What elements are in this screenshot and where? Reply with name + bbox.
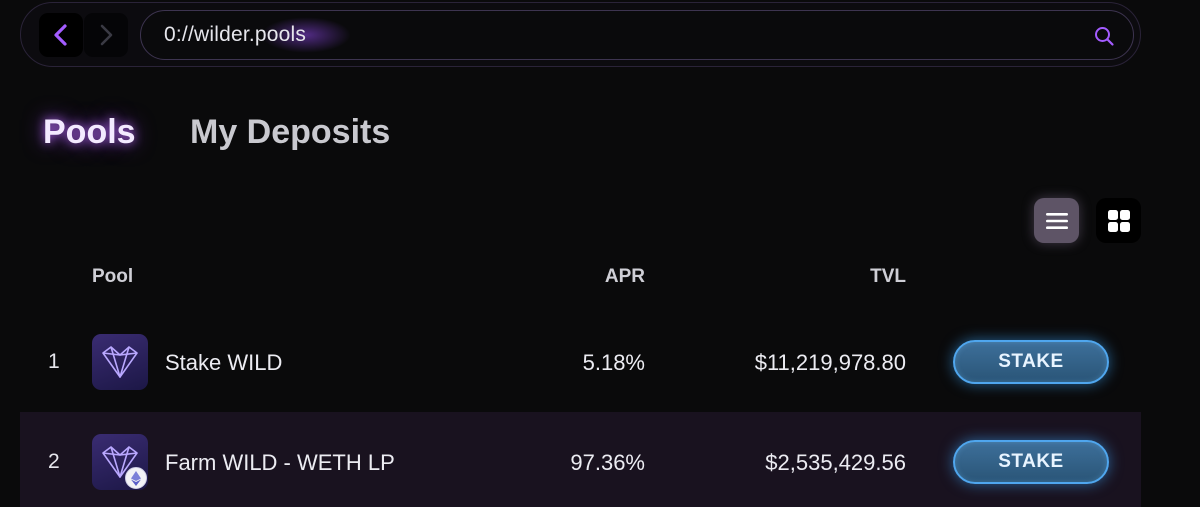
row-rank: 2 bbox=[48, 450, 60, 473]
pool-tvl: $11,219,978.80 bbox=[754, 350, 906, 375]
pool-tvl: $2,535,429.56 bbox=[765, 450, 906, 475]
address-bar[interactable]: 0://wilder.pools bbox=[140, 10, 1134, 60]
column-header-tvl[interactable]: TVL bbox=[706, 266, 906, 288]
list-icon bbox=[1045, 212, 1068, 229]
table-row[interactable]: 2 Farm WILD - WETH LP 97.36% $2,535,429.… bbox=[20, 412, 1141, 507]
pool-name: Farm WILD - WETH LP bbox=[165, 450, 395, 475]
search-icon[interactable] bbox=[1093, 25, 1115, 47]
pool-apr: 97.36% bbox=[570, 450, 645, 475]
wild-logo-icon bbox=[92, 334, 148, 390]
column-header-pool: Pool bbox=[92, 266, 134, 287]
stake-button[interactable]: STAKE bbox=[953, 440, 1109, 484]
row-rank: 1 bbox=[48, 350, 60, 373]
tab-pools[interactable]: Pools bbox=[43, 113, 136, 152]
navigation-bar: 0://wilder.pools bbox=[20, 2, 1141, 67]
forward-button[interactable] bbox=[84, 13, 128, 57]
back-button[interactable] bbox=[39, 13, 83, 57]
pool-name: Stake WILD bbox=[165, 350, 283, 375]
chevron-left-icon bbox=[54, 24, 67, 46]
grid-icon bbox=[1107, 209, 1130, 232]
stake-button[interactable]: STAKE bbox=[953, 340, 1109, 384]
pool-apr: 5.18% bbox=[582, 350, 645, 375]
chevron-right-icon bbox=[100, 24, 113, 46]
grid-view-button[interactable] bbox=[1096, 198, 1141, 243]
table-row[interactable]: 1 Stake WILD 5.18% $11,219,978.80 STAKE bbox=[20, 312, 1141, 412]
column-header-apr[interactable]: APR bbox=[545, 266, 645, 288]
tab-my-deposits[interactable]: My Deposits bbox=[190, 113, 390, 152]
list-view-button[interactable] bbox=[1034, 198, 1079, 243]
url-text[interactable]: 0://wilder.pools bbox=[164, 23, 306, 47]
wild-logo-icon bbox=[92, 434, 148, 490]
ethereum-icon bbox=[125, 467, 147, 489]
